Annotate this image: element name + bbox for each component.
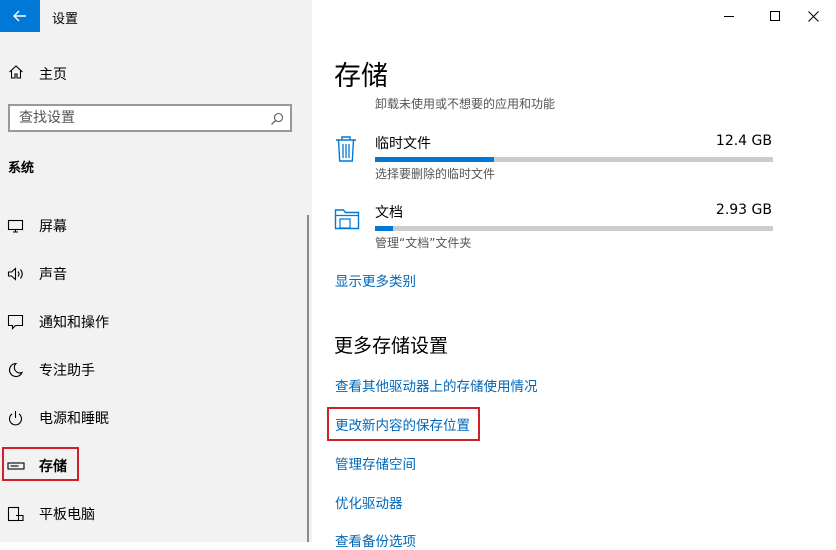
section-label: 系统 (8, 161, 35, 176)
sidebar-item-label: 屏幕 (39, 219, 67, 235)
moon-icon (7, 362, 25, 378)
page-subtitle: 卸载未使用或不想要的应用和功能 (375, 97, 556, 111)
speaker-icon (7, 266, 25, 282)
home-icon (8, 64, 24, 84)
sidebar-item-power-sleep[interactable]: 电源和睡眠 (0, 400, 300, 434)
sidebar-item-display[interactable]: 屏幕 (0, 208, 300, 242)
highlight-box (2, 447, 79, 481)
category-size: 12.4 GB (715, 133, 772, 149)
usage-bar (375, 157, 773, 162)
view-backup-options-link[interactable]: 查看备份选项 (335, 530, 416, 550)
monitor-icon (7, 218, 25, 234)
sidebar-item-label: 主页 (39, 67, 67, 83)
scrollbar[interactable] (307, 215, 309, 542)
category-name: 文档 (375, 205, 403, 221)
category-desc: 管理“文档”文件夹 (375, 236, 472, 250)
back-button[interactable] (0, 0, 40, 32)
category-desc: 选择要删除的临时文件 (375, 167, 496, 181)
sidebar-item-tablet[interactable]: 平板电脑 (0, 496, 300, 530)
category-size: 2.93 GB (715, 202, 772, 218)
minimize-button[interactable] (706, 0, 752, 32)
optimize-drives-link[interactable]: 优化驱动器 (335, 492, 403, 512)
storage-category-documents[interactable]: 文档 2.93 GB 管理“文档”文件夹 (334, 202, 774, 262)
sidebar-item-label: 通知和操作 (39, 315, 109, 331)
search-box[interactable] (8, 104, 292, 132)
usage-bar-fill (375, 157, 495, 162)
sidebar-item-notifications[interactable]: 通知和操作 (0, 304, 300, 338)
sidebar-item-label: 声音 (39, 267, 67, 283)
sidebar-item-label: 专注助手 (39, 363, 95, 379)
show-more-categories-link[interactable]: 显示更多类别 (335, 270, 416, 290)
search-icon[interactable] (270, 111, 284, 130)
arrow-left-icon (13, 10, 26, 22)
more-storage-settings-heading: 更多存储设置 (334, 335, 449, 357)
sidebar-item-sound[interactable]: 声音 (0, 256, 300, 290)
sidebar-item-label: 平板电脑 (39, 507, 95, 523)
category-name: 临时文件 (375, 136, 431, 152)
sidebar: 设置 主页 系统 屏幕 声音 通知和操作 专注助手 (0, 0, 312, 542)
tablet-icon (7, 506, 25, 522)
usage-bar-fill (375, 226, 393, 231)
close-icon (807, 10, 819, 22)
app-title: 设置 (52, 12, 79, 27)
sidebar-item-focus-assist[interactable]: 专注助手 (0, 352, 300, 386)
search-input[interactable] (19, 109, 259, 127)
maximize-icon (770, 11, 780, 21)
view-other-drives-link[interactable]: 查看其他驱动器上的存储使用情况 (335, 375, 538, 395)
usage-bar (375, 226, 773, 231)
close-button[interactable] (790, 0, 836, 32)
sidebar-item-home[interactable]: 主页 (0, 58, 300, 88)
folder-icon (334, 206, 360, 236)
trash-icon (334, 135, 358, 167)
sidebar-item-label: 电源和睡眠 (39, 411, 109, 427)
highlight-box (327, 407, 480, 441)
notification-icon (7, 314, 25, 330)
minimize-icon (724, 16, 734, 17)
power-icon (7, 410, 25, 426)
page-title: 存储 (334, 61, 388, 92)
manage-storage-spaces-link[interactable]: 管理存储空间 (335, 453, 416, 473)
storage-category-temp[interactable]: 临时文件 12.4 GB 选择要删除的临时文件 (334, 133, 774, 193)
